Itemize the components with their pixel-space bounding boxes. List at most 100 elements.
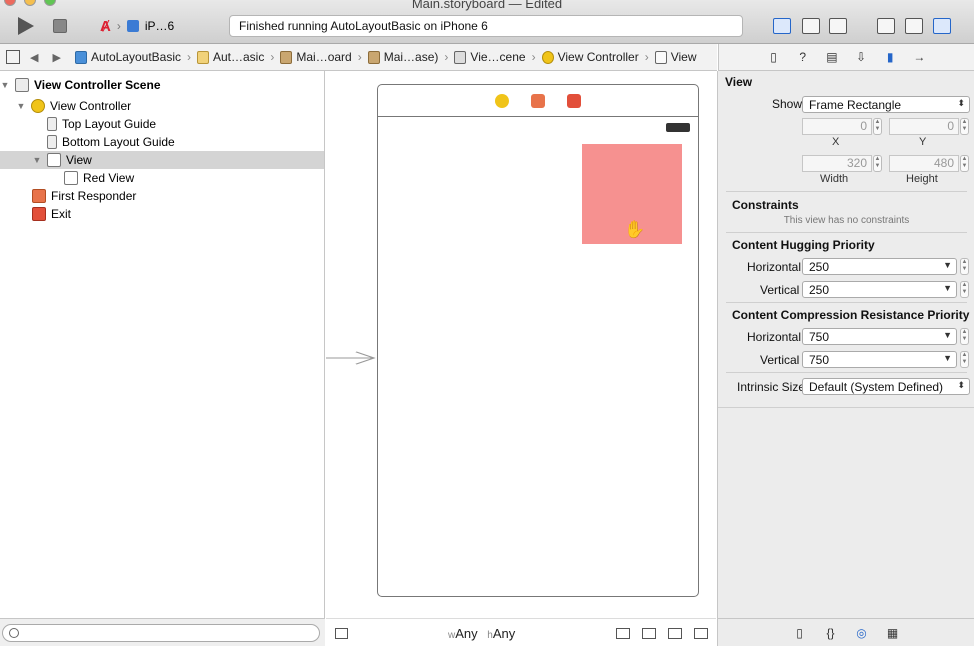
standard-editor-button[interactable] — [773, 18, 791, 34]
back-arrow-icon[interactable]: ◀ — [30, 51, 38, 64]
scene-icon — [454, 50, 467, 64]
height-field[interactable]: 480 — [889, 155, 959, 172]
size-class-control[interactable]: wAny hAny — [448, 626, 515, 641]
chevron-right-icon: › — [644, 50, 649, 64]
code-snippet-library-icon[interactable]: {} — [824, 626, 837, 640]
x-stepper[interactable]: ▲ ▼ — [873, 118, 882, 135]
divider — [718, 407, 974, 408]
disclosure-triangle-icon[interactable]: ▼ — [16, 101, 26, 111]
toolbar: Main.storyboard — Edited Ⱥ › iP…6 Finish… — [0, 0, 974, 44]
align-icon[interactable] — [616, 628, 630, 639]
chevron-down-icon[interactable]: ▼ — [943, 283, 952, 293]
outline-row-first-responder[interactable]: First Responder — [0, 187, 324, 205]
storyboard-icon — [367, 50, 380, 64]
version-editor-button[interactable] — [829, 18, 847, 34]
disclosure-triangle-icon[interactable]: ▼ — [0, 80, 10, 90]
media-library-icon[interactable]: ▦ — [886, 626, 899, 640]
file-template-library-icon[interactable]: ▯ — [793, 626, 806, 640]
chevron-down-icon[interactable]: ▼ — [943, 260, 952, 270]
divider — [726, 302, 967, 303]
size-inspector-icon[interactable]: ▮ — [883, 50, 897, 64]
related-items-grid-icon[interactable] — [6, 50, 20, 64]
chevron-right-icon: › — [444, 50, 449, 64]
stop-button[interactable] — [53, 19, 67, 33]
chevron-right-icon: › — [116, 19, 121, 33]
forward-arrow-icon[interactable]: ▶ — [52, 51, 60, 64]
file-inspector-icon[interactable]: ▯ — [767, 50, 781, 64]
storyboard-canvas[interactable]: ✋ — [326, 71, 716, 618]
chevron-down-icon[interactable]: ▼ — [943, 353, 952, 363]
attributes-inspector-icon[interactable]: ⇩ — [854, 50, 868, 64]
hugging-vertical-label: Vertical — [760, 283, 800, 297]
outline-row-red-view[interactable]: Red View — [0, 169, 324, 187]
compression-horizontal-label: Horizontal — [747, 330, 802, 344]
outline-row-bottom-layout-guide[interactable]: Bottom Layout Guide — [0, 133, 324, 151]
assistant-editor-button[interactable] — [802, 18, 820, 34]
outline-row-top-layout-guide[interactable]: Top Layout Guide — [0, 115, 324, 133]
red-view[interactable]: ✋ — [582, 144, 682, 244]
compression-vertical-label: Vertical — [760, 353, 800, 367]
toggle-debug-area-button[interactable] — [905, 18, 923, 34]
height-stepper[interactable]: ▲ ▼ — [960, 155, 969, 172]
outline-row-view[interactable]: ▼ View — [0, 151, 324, 169]
resizing-behavior-icon[interactable] — [694, 628, 708, 639]
x-label: X — [832, 136, 840, 148]
compression-title: Content Compression Resistance Priority — [732, 308, 970, 322]
view-icon — [47, 153, 61, 167]
hugging-horizontal-field[interactable]: 250 ▼ — [802, 258, 957, 275]
view-controller-scene[interactable]: ✋ — [377, 84, 699, 597]
compression-vertical-stepper[interactable]: ▲ ▼ — [960, 351, 969, 368]
storyboard-icon — [280, 50, 293, 64]
breadcrumb-project[interactable]: AutoLayoutBasic — [74, 50, 187, 64]
breadcrumb-view[interactable]: View — [654, 50, 703, 64]
hugging-vertical-field[interactable]: 250 ▼ — [802, 281, 957, 298]
breadcrumb-storyboard[interactable]: Mai…oard — [280, 50, 357, 64]
hugging-vertical-stepper[interactable]: ▲ ▼ — [960, 281, 969, 298]
compression-vertical-field[interactable]: 750 ▼ — [802, 351, 957, 368]
x-field[interactable]: 0 — [802, 118, 872, 135]
toggle-document-outline-icon[interactable] — [335, 628, 348, 639]
outline-row-scene[interactable]: ▼ View Controller Scene — [0, 76, 324, 94]
chevron-down-icon[interactable]: ▼ — [943, 330, 952, 340]
constraints-title: Constraints — [732, 198, 799, 212]
breadcrumb-scene[interactable]: Vie…cene — [454, 50, 531, 64]
compression-horizontal-field[interactable]: 750 ▼ — [802, 328, 957, 345]
pin-icon[interactable] — [642, 628, 656, 639]
object-library-icon[interactable]: ◎ — [855, 626, 868, 640]
quick-help-icon[interactable]: ? — [796, 50, 810, 64]
y-field[interactable]: 0 — [889, 118, 959, 135]
show-popup[interactable]: Frame Rectangle ⬍ — [802, 96, 970, 113]
hugging-horizontal-stepper[interactable]: ▲ ▼ — [960, 258, 969, 275]
breadcrumb-storyboard-base[interactable]: Mai…ase) — [367, 50, 445, 64]
divider — [726, 232, 967, 233]
disclosure-triangle-icon[interactable]: ▼ — [32, 155, 42, 165]
outline-footer — [0, 618, 325, 646]
toggle-utilities-button[interactable] — [933, 18, 951, 34]
outline-row-view-controller[interactable]: ▼ View Controller — [0, 97, 324, 115]
resolve-auto-layout-icon[interactable] — [668, 628, 682, 639]
identity-inspector-icon[interactable]: ▤ — [825, 50, 839, 64]
view-controller-icon[interactable] — [495, 93, 509, 108]
chevron-right-icon: › — [270, 50, 275, 64]
exit-icon[interactable] — [567, 93, 581, 108]
updown-arrows-icon: ⬍ — [957, 380, 965, 390]
view-controller-icon — [31, 99, 45, 113]
compression-horizontal-stepper[interactable]: ▲ ▼ — [960, 328, 969, 345]
toggle-navigator-button[interactable] — [877, 18, 895, 34]
breadcrumb-view-controller[interactable]: View Controller — [541, 50, 645, 64]
outline-filter-field[interactable] — [2, 624, 320, 642]
divider — [726, 372, 967, 373]
y-stepper[interactable]: ▲ ▼ — [960, 118, 969, 135]
outline-row-exit[interactable]: Exit — [0, 205, 324, 223]
breadcrumb-group[interactable]: Aut…asic — [197, 50, 270, 64]
connections-inspector-icon[interactable]: → — [912, 50, 926, 64]
scheme-selector[interactable]: Ⱥ › iP…6 — [100, 16, 174, 36]
run-button[interactable] — [18, 17, 34, 35]
width-stepper[interactable]: ▲ ▼ — [873, 155, 882, 172]
scene-dock — [378, 85, 698, 117]
width-field[interactable]: 320 — [802, 155, 872, 172]
first-responder-icon[interactable] — [531, 93, 545, 108]
intrinsic-size-popup[interactable]: Default (System Defined) ⬍ — [802, 378, 970, 395]
width-label: Width — [820, 173, 849, 185]
device-icon — [126, 20, 139, 32]
